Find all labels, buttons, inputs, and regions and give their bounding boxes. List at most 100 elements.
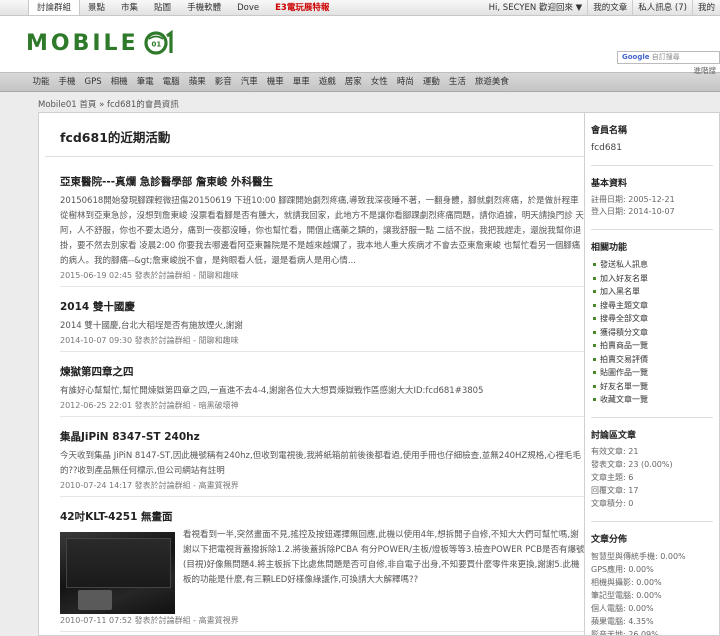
logo-text: MOBILE <box>26 30 139 56</box>
nav-fashion[interactable]: 時尚 <box>392 73 418 91</box>
favorites-link[interactable]: 收藏文章一覽 <box>591 393 713 407</box>
nav-laptops[interactable]: 筆電 <box>132 73 158 91</box>
nav-bicycles[interactable]: 單車 <box>288 73 314 91</box>
tab-e3-special[interactable]: E3電玩展特報 <box>267 0 337 15</box>
welcome-dropdown[interactable]: Hi, SECYEN 歡迎回來 ▼ <box>484 0 588 15</box>
member-sidebar: 會員名稱 fcd681 基本資料 註冊日期: 2005-12-21 登入日期: … <box>584 112 720 636</box>
stat-line: 有效文章: 21 <box>591 446 639 456</box>
site-logo[interactable]: MOBILE 01 <box>26 30 175 56</box>
post-title-link[interactable]: 42吋KLT-4251 無畫面 <box>60 509 589 524</box>
distribution-line: 個人電腦: 0.00% <box>591 603 654 613</box>
post-excerpt: 有誰好心幫幫忙,幫忙開煉獄第四章之四,一直進不去4-4,謝謝各位大大想買煉獄戰作… <box>60 386 484 396</box>
basic-info-heading: 基本資料 <box>591 179 628 189</box>
post-item: 煉獄第四章之四 有誰好心幫幫忙,幫忙開煉獄第四章之四,一直進不去4-4,謝謝各位… <box>39 364 589 417</box>
photo-works-link[interactable]: 貼圖作品一覽 <box>591 366 713 380</box>
logo-number: 01 <box>151 41 161 49</box>
top-bar: 討論群組 景點 市集 貼圖 手機軟體 Dove E3電玩展特報 Hi, SECY… <box>0 0 720 16</box>
post-excerpt: 今天收到集晶 JiPiN 8147-ST,因此機號稱有240hz,但收到電視後,… <box>60 451 581 476</box>
friends-link[interactable]: 我的 <box>691 0 720 15</box>
add-friend-link[interactable]: 加入好友名單 <box>591 272 713 286</box>
tab-apps[interactable]: 手機軟體 <box>179 0 229 15</box>
nav-phones[interactable]: 手機 <box>54 73 80 91</box>
breadcrumb[interactable]: Mobile01 首頁 » fcd681的會員資訊 <box>38 98 179 110</box>
add-blacklist-link[interactable]: 加入黑名單 <box>591 285 713 299</box>
tab-dove[interactable]: Dove <box>229 0 267 15</box>
tab-places[interactable]: 景點 <box>80 0 113 15</box>
post-meta: 2010-07-24 14:17 發表於討論群組 - 高畫質視界 <box>60 480 589 497</box>
advanced-search-link[interactable]: 進階搜 <box>694 65 717 76</box>
post-item: 2014 雙十國慶 2014 雙十國慶,台北大稻埕是否有施放煙火,謝謝 2014… <box>39 299 589 352</box>
search-brand: Google <box>622 53 650 61</box>
nav-computers[interactable]: 電腦 <box>158 73 184 91</box>
nav-av[interactable]: 影音 <box>210 73 236 91</box>
post-content: 看視看到一半,突然畫面不見,搖控及按鈕遲擇無回應,此機以使用4年,想拆開子自修,… <box>60 528 589 614</box>
search-topics-link[interactable]: 搜尋主題文章 <box>591 299 713 313</box>
nav-home[interactable]: 居家 <box>340 73 366 91</box>
post-meta: 2014-10-07 09:30 發表於討論群組 - 閒聊和趣味 <box>60 335 589 352</box>
last-login-date: 登入日期: 2014-10-07 <box>591 207 675 216</box>
related-functions-list: 發送私人訊息 加入好友名單 加入黑名單 搜尋主題文章 搜尋全部文章 獲得積分文章… <box>591 258 713 418</box>
post-title-link[interactable]: 集晶JiPiN 8347-ST 240hz <box>60 429 589 444</box>
related-functions-heading: 相關功能 <box>591 243 628 253</box>
tab-market[interactable]: 市集 <box>113 0 146 15</box>
nav-travel-food[interactable]: 旅遊美食 <box>470 73 513 91</box>
nav-cameras[interactable]: 相機 <box>106 73 132 91</box>
post-meta: 2010-07-11 07:52 發表於討論群組 - 高畫質視界 <box>60 615 589 632</box>
post-excerpt: 看視看到一半,突然畫面不見,搖控及按鈕遲擇無回應,此機以使用4年,想拆開子自修,… <box>183 530 585 585</box>
logo-01-icon: 01 <box>144 30 173 55</box>
distribution-line: 智慧型與傳統手機: 0.00% <box>591 551 686 561</box>
post-thumbnail[interactable] <box>60 532 175 614</box>
registered-date: 註冊日期: 2005-12-21 <box>591 195 675 204</box>
main-panel: fcd681的近期活動 亞東醫院---真爛 急診醫學部 詹東峻 外科醫生 201… <box>38 112 598 636</box>
post-title-link[interactable]: 2014 雙十國慶 <box>60 299 589 314</box>
nav-gps[interactable]: GPS <box>80 73 106 91</box>
nav-motorcycles[interactable]: 機車 <box>262 73 288 91</box>
post-meta: 2012-06-25 22:01 發表於討論群組 - 暗黑破壞神 <box>60 400 589 417</box>
member-name: fcd681 <box>591 143 713 166</box>
basic-info: 註冊日期: 2005-12-21 登入日期: 2014-10-07 <box>591 194 713 230</box>
search-placeholder: 自訂搜尋 <box>651 53 680 61</box>
post-meta: 2015-06-19 02:45 發表於討論群組 - 閒聊和趣味 <box>60 270 589 287</box>
nav-women[interactable]: 女性 <box>366 73 392 91</box>
nav-features[interactable]: 功能 <box>28 73 54 91</box>
distribution-line: 蘋果電腦: 4.35% <box>591 616 654 626</box>
auction-items-link[interactable]: 拍賣商品一覽 <box>591 339 713 353</box>
stat-line: 回覆文章: 17 <box>591 485 639 495</box>
post-excerpt: 2014 雙十國慶,台北大稻埕是否有施放煙火,謝謝 <box>60 321 243 331</box>
post-title-link[interactable]: 煉獄第四章之四 <box>60 364 589 379</box>
distribution-line: 相機與攝影: 0.00% <box>591 577 662 587</box>
user-menu: Hi, SECYEN 歡迎回來 ▼ 我的文章 私人訊息 (7) 我的 <box>484 0 720 15</box>
distribution-line: 影音天地: 26.09% <box>591 629 659 636</box>
post-excerpt: 20150618開始發現腳踝輕微扭傷20150619 下班10:00 腳踝開始劇… <box>60 196 584 266</box>
friend-list-link[interactable]: 好友名單一覽 <box>591 380 713 394</box>
site-header: MOBILE 01 Google 自訂搜尋 進階搜 <box>0 16 720 75</box>
post-item: 亞東醫院---真爛 急診醫學部 詹東峻 外科醫生 20150618開始發現腳踝輕… <box>39 174 589 287</box>
page-title: fcd681的近期活動 <box>45 113 591 157</box>
nav-sports[interactable]: 運動 <box>418 73 444 91</box>
tab-photos[interactable]: 貼圖 <box>146 0 179 15</box>
nav-cars[interactable]: 汽車 <box>236 73 262 91</box>
my-posts-link[interactable]: 我的文章 <box>587 0 632 15</box>
stat-line: 文章主題: 6 <box>591 472 634 482</box>
distribution-line: GPS應用: 0.00% <box>591 564 654 574</box>
post-title-link[interactable]: 亞東醫院---真爛 急診醫學部 詹東峻 外科醫生 <box>60 174 589 189</box>
nav-apple[interactable]: 蘋果 <box>184 73 210 91</box>
search-input[interactable]: Google 自訂搜尋 <box>617 51 720 64</box>
stat-line: 發表文章: 23 (0.00%) <box>591 459 673 469</box>
messages-link[interactable]: 私人訊息 (7) <box>632 0 692 15</box>
post-distribution-heading: 文章分佈 <box>591 534 628 545</box>
top-tabs: 討論群組 景點 市集 貼圖 手機軟體 Dove E3電玩展特報 <box>0 0 337 15</box>
scored-posts-link[interactable]: 獲得積分文章 <box>591 326 713 340</box>
post-item: 42吋KLT-4251 無畫面 看視看到一半,突然畫面不見,搖控及按鈕遲擇無回應… <box>39 509 589 632</box>
auction-ratings-link[interactable]: 拍賣交易評價 <box>591 353 713 367</box>
nav-games[interactable]: 遊戲 <box>314 73 340 91</box>
category-nav: 功能 手機 GPS 相機 筆電 電腦 蘋果 影音 汽車 機車 單車 遊戲 居家 … <box>0 72 720 92</box>
tab-forum[interactable]: 討論群組 <box>28 0 81 15</box>
search-all-posts-link[interactable]: 搜尋全部文章 <box>591 312 713 326</box>
post-item: 集晶JiPiN 8347-ST 240hz 今天收到集晶 JiPiN 8147-… <box>39 429 589 497</box>
forum-post-stats: 有效文章: 21 發表文章: 23 (0.00%) 文章主題: 6 回覆文章: … <box>591 445 713 522</box>
send-message-link[interactable]: 發送私人訊息 <box>591 258 713 272</box>
distribution-line: 筆記型電腦: 0.00% <box>591 590 662 600</box>
nav-life[interactable]: 生活 <box>444 73 470 91</box>
member-name-heading: 會員名稱 <box>591 126 628 136</box>
